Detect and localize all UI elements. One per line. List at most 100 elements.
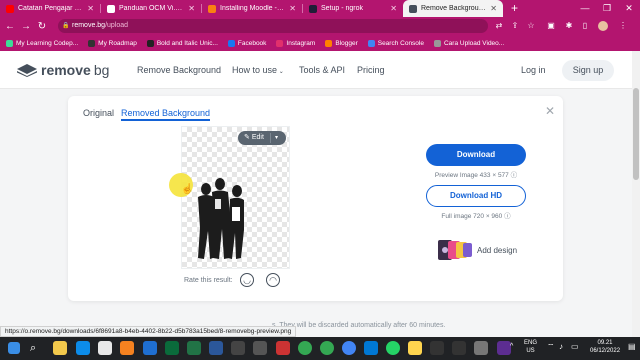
clock[interactable]: 09.21 06/12/2022 (590, 339, 620, 355)
back-icon[interactable]: ← (2, 21, 18, 32)
app-icon[interactable] (253, 341, 267, 355)
nav-pricing[interactable]: Pricing (357, 65, 385, 75)
tab-close-icon[interactable]: ✕ (390, 4, 397, 13)
bookmark-item[interactable]: Cara Upload Video... (433, 39, 505, 47)
signup-button[interactable]: Sign up (562, 60, 614, 81)
bookmark-star-icon[interactable]: ☆ (524, 19, 538, 33)
app-icon[interactable] (430, 341, 444, 355)
result-preview-image (181, 126, 290, 269)
chrome-icon[interactable] (342, 341, 356, 355)
add-design-link[interactable]: Add design (477, 246, 517, 255)
app-icon[interactable] (474, 341, 488, 355)
app-icon[interactable] (276, 341, 290, 355)
chrome-icon[interactable] (320, 341, 334, 355)
browser-tab[interactable]: Setup - ngrok ✕ (303, 0, 403, 17)
bookmark-item[interactable]: Bold and Italic Unic... (146, 39, 218, 47)
bookmark-favicon-icon (6, 39, 13, 47)
browser-tab[interactable]: Remove Background from✕ (403, 0, 503, 17)
file-explorer-icon[interactable] (53, 341, 67, 355)
tab-title: Setup - ngrok (321, 5, 364, 12)
address-bar[interactable]: 🔒 remove.bg/upload (58, 19, 488, 33)
bookmark-item[interactable]: My Learning Codep... (6, 39, 79, 47)
bookmark-favicon-icon (227, 39, 235, 47)
browser-tab[interactable]: Catatan Pengajar Praktik ✕ (0, 0, 100, 17)
app-icon[interactable] (98, 341, 112, 355)
battery-icon[interactable]: ▭ (571, 343, 579, 351)
download-button[interactable]: Download (426, 144, 526, 166)
terminal-icon[interactable] (452, 341, 466, 355)
notification-icon[interactable]: ▤ (628, 343, 636, 351)
tray-overflow-icon[interactable]: ^ (510, 343, 513, 351)
close-icon[interactable]: ✕ (545, 104, 555, 118)
nav-tools-api[interactable]: Tools & API (299, 65, 345, 75)
logo-icon (17, 64, 37, 77)
tab-close-icon[interactable]: ✕ (490, 4, 497, 13)
tab-close-icon[interactable]: ✕ (188, 4, 195, 13)
bookmark-item[interactable]: My Roadmap (88, 39, 137, 47)
status-bar-url: https://o.remove.bg/downloads/6f8691a8-b… (0, 326, 297, 337)
sidebar-icon[interactable]: ▯ (578, 19, 592, 33)
scrollbar-thumb[interactable] (633, 88, 639, 180)
chrome-icon[interactable] (298, 341, 312, 355)
browser-tab[interactable]: Installing Moodle - Mood ✕ (202, 0, 302, 17)
nav-how-to-use-label: How to use (232, 65, 278, 75)
download-hd-button[interactable]: Download HD (426, 185, 526, 207)
close-window-icon[interactable]: ✕ (618, 0, 640, 17)
tab-list: Catatan Pengajar Praktik✕Panduan OCM Vi.… (0, 0, 503, 17)
bookmark-label: Cara Upload Video... (443, 39, 505, 47)
minimize-icon[interactable]: — (574, 0, 596, 17)
info-icon[interactable]: ⓘ (504, 213, 511, 220)
bookmark-favicon-icon (276, 39, 284, 47)
tab-close-icon[interactable]: ✕ (87, 4, 94, 13)
word-icon[interactable] (209, 341, 223, 355)
smile-icon[interactable]: ◡ (240, 273, 254, 287)
nav-how-to-use[interactable]: How to use ⌄ (232, 65, 284, 75)
search-icon[interactable]: ⌕ (30, 341, 44, 355)
nav-remove-background[interactable]: Remove Background (137, 65, 221, 75)
tab-original[interactable]: Original (83, 108, 114, 118)
puzzle-icon[interactable]: ✱ (562, 19, 576, 33)
excel-icon[interactable] (187, 341, 201, 355)
preview-info-text: Preview Image 433 × 577 (434, 172, 509, 179)
volume-icon[interactable]: ♪ (559, 343, 563, 351)
app-icon[interactable] (408, 341, 422, 355)
profile-avatar[interactable] (596, 19, 610, 33)
wifi-icon[interactable]: ⌔ (547, 343, 555, 351)
tab-removed-background[interactable]: Removed Background (121, 108, 211, 121)
edit-button[interactable]: ✎ Edit ▾ (238, 131, 286, 145)
add-design-thumbnail[interactable] (437, 238, 473, 262)
bookmark-item[interactable]: Facebook (227, 39, 266, 47)
removebg-logo[interactable]: remove bg (16, 62, 109, 78)
tab-close-icon[interactable]: ✕ (289, 4, 296, 13)
frown-icon[interactable]: ◠ (266, 273, 280, 287)
new-tab-button[interactable]: + (503, 0, 526, 17)
app-icon[interactable] (497, 341, 511, 355)
forward-icon[interactable]: → (18, 21, 34, 32)
app-icon[interactable] (364, 341, 378, 355)
language-indicator[interactable]: ENG US (524, 339, 537, 355)
menu-icon[interactable]: ⋮ (616, 19, 630, 33)
vlc-icon[interactable] (120, 341, 134, 355)
store-icon[interactable] (76, 341, 90, 355)
pencil-icon: ✎ (244, 134, 250, 141)
extension-icon[interactable]: ▣ (544, 19, 558, 33)
login-link[interactable]: Log in (521, 65, 546, 75)
chevron-down-icon[interactable]: ▾ (275, 131, 278, 145)
bookmark-label: My Learning Codep... (16, 39, 79, 47)
discard-notice: s. They will be discarded automatically … (272, 322, 446, 329)
maximize-icon[interactable]: ❐ (596, 0, 618, 17)
whatsapp-icon[interactable] (386, 341, 400, 355)
app-icon[interactable] (231, 341, 245, 355)
info-icon[interactable]: ⓘ (511, 172, 518, 179)
bookmark-item[interactable]: Blogger (325, 39, 358, 47)
clock-date: 06/12/2022 (590, 348, 621, 354)
share-icon[interactable]: ⇪ (508, 19, 522, 33)
bookmark-item[interactable]: Instagram (276, 39, 315, 47)
app-icon[interactable] (143, 341, 157, 355)
bookmark-item[interactable]: Search Console (367, 39, 424, 47)
windows-start-icon[interactable] (8, 342, 20, 354)
translate-icon[interactable]: ⇄ (492, 19, 506, 33)
browser-tab[interactable]: Panduan OCM Vi.pdf ✕ (101, 0, 201, 17)
app-icon[interactable] (165, 341, 179, 355)
reload-icon[interactable]: ↻ (34, 21, 50, 32)
